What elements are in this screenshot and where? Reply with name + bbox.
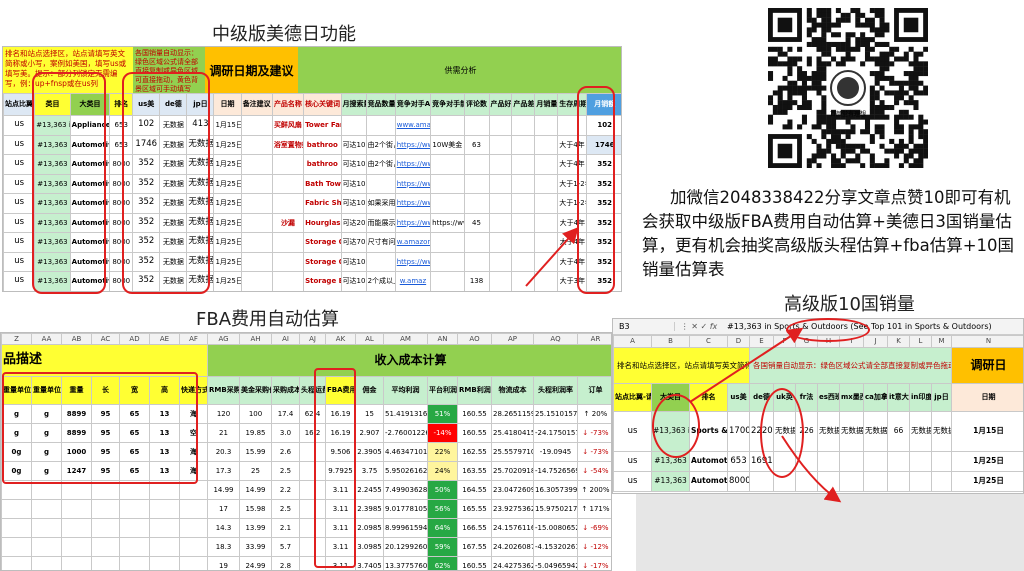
arrow-circle-us [781,435,842,503]
arrow-to-advanced [730,236,800,275]
arrow-to-formula [689,327,804,403]
annotation-arrows [525,227,842,503]
arrow-to-monthly-sales [525,227,579,287]
